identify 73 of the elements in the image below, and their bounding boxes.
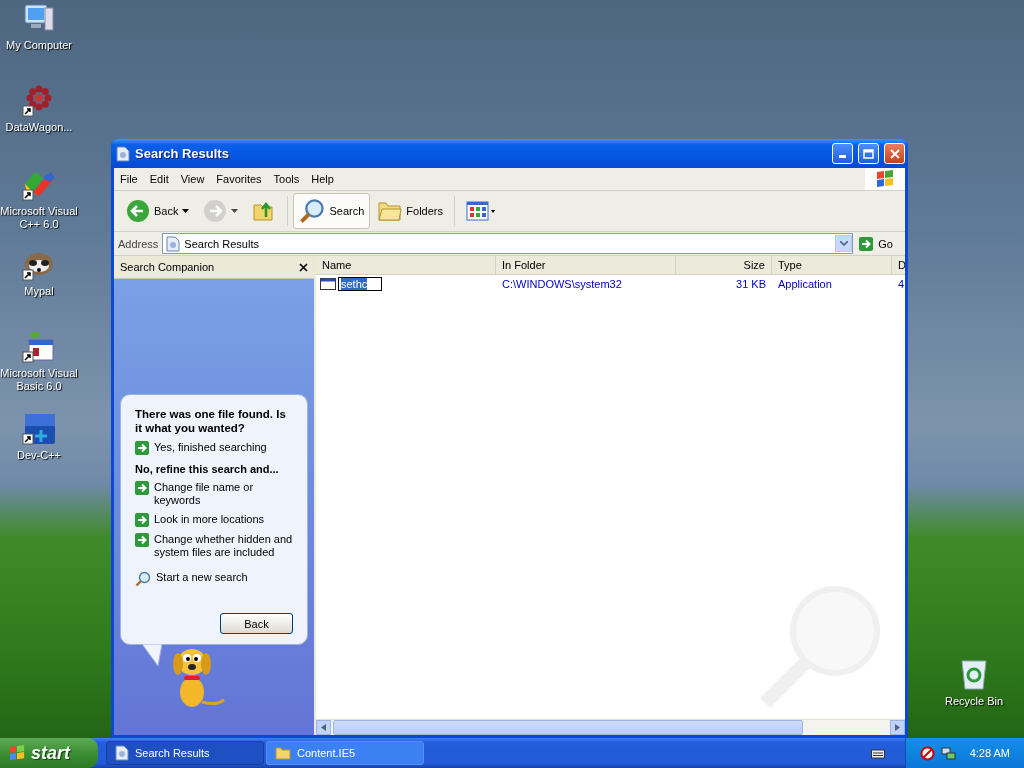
go-button[interactable]: Go	[857, 236, 901, 251]
back-button[interactable]: Back	[120, 193, 196, 229]
column-header[interactable]: Type	[772, 256, 892, 274]
rename-field[interactable]: sethc	[338, 276, 383, 291]
column-header[interactable]: In Folder	[496, 256, 676, 274]
address-label: Address	[118, 237, 159, 250]
arrow-icon	[135, 481, 149, 495]
page-icon	[115, 745, 129, 761]
close-icon	[889, 148, 900, 159]
question-text: There was one file found. Is it what you wanted?	[135, 407, 287, 435]
section-heading: No, refine this search and...	[135, 463, 280, 475]
desktop-icon-label[interactable]: My Computer	[6, 39, 72, 52]
pane-title: Search Companion	[120, 261, 215, 273]
chevron-down-icon	[839, 241, 848, 246]
minimize-button[interactable]	[832, 143, 853, 164]
caret-icon	[182, 209, 190, 213]
blocked-icon	[919, 745, 935, 761]
option-link[interactable]: Look in more locations	[135, 513, 293, 527]
address-field[interactable]: Search Results	[162, 233, 854, 254]
menu-item[interactable]: Tools	[267, 173, 306, 185]
caret-icon	[231, 209, 239, 213]
page-icon	[116, 145, 130, 162]
flag-logo-icon	[875, 170, 895, 188]
menu-item[interactable]: File	[114, 173, 144, 185]
views-icon	[466, 201, 496, 221]
column-header[interactable]: D	[892, 256, 905, 274]
search-icon	[299, 198, 326, 224]
scroll-right-icon[interactable]	[895, 724, 900, 731]
dropdown-button[interactable]	[835, 235, 853, 252]
desktop-icon-label[interactable]: DataWagon...	[5, 121, 73, 134]
folders-button[interactable]: Folders	[372, 193, 449, 229]
network-icon	[940, 745, 956, 761]
folder-icon	[275, 746, 291, 760]
search-icon	[135, 571, 151, 587]
arrow-icon	[135, 513, 149, 527]
maximize-icon	[863, 148, 874, 159]
back-button[interactable]: Back	[220, 613, 293, 634]
menu-item[interactable]: Edit	[143, 173, 175, 185]
desktop-icon-label[interactable]: Microsoft Visual C++ 6.0	[0, 205, 78, 231]
start-button[interactable]: start	[0, 738, 98, 768]
menu-item[interactable]: Favorites	[210, 173, 268, 185]
taskbar-button[interactable]: Search Results	[106, 741, 264, 765]
folders-icon	[378, 200, 403, 222]
keyboard-icon	[870, 747, 885, 759]
page-icon	[166, 235, 181, 252]
arrow-icon	[859, 236, 874, 251]
close-button[interactable]	[299, 262, 308, 272]
search-button[interactable]: Search	[293, 193, 371, 229]
arrow-icon	[135, 441, 149, 455]
clock: 4:28 AM	[969, 747, 1010, 759]
maximize-button[interactable]	[858, 143, 879, 164]
taskbar-button[interactable]: Content.IE5	[266, 741, 424, 765]
option-link[interactable]: Change whether hidden and system files are included	[135, 533, 293, 559]
table-cell-text: 4	[897, 277, 905, 290]
menu-item[interactable]: Help	[305, 173, 340, 185]
menu-item[interactable]: View	[174, 173, 211, 185]
flag-logo-icon	[8, 745, 26, 761]
table-cell-text: C:\WINDOWS\system32	[501, 277, 623, 290]
desktop-icon-label[interactable]: Recycle Bin	[944, 695, 1004, 708]
table-cell-text: 31 KB	[735, 277, 767, 290]
desktop-icon-label[interactable]: Mypal	[24, 285, 54, 298]
option-link[interactable]: Change file name or keywords	[135, 481, 293, 507]
window-title: Search Results	[135, 146, 230, 161]
application-icon	[320, 277, 336, 290]
arrow-icon	[135, 533, 149, 547]
horizontal-scrollbar[interactable]	[316, 719, 905, 735]
option-link[interactable]: Yes, finished searching	[135, 441, 293, 455]
recycle-bin-icon	[959, 657, 989, 691]
column-header[interactable]: Name	[316, 256, 496, 274]
option-link[interactable]: Start a new search	[135, 571, 293, 587]
column-header[interactable]: Size	[676, 256, 772, 274]
table-cell-text: Application	[777, 277, 833, 290]
scroll-left-icon[interactable]	[321, 724, 326, 731]
